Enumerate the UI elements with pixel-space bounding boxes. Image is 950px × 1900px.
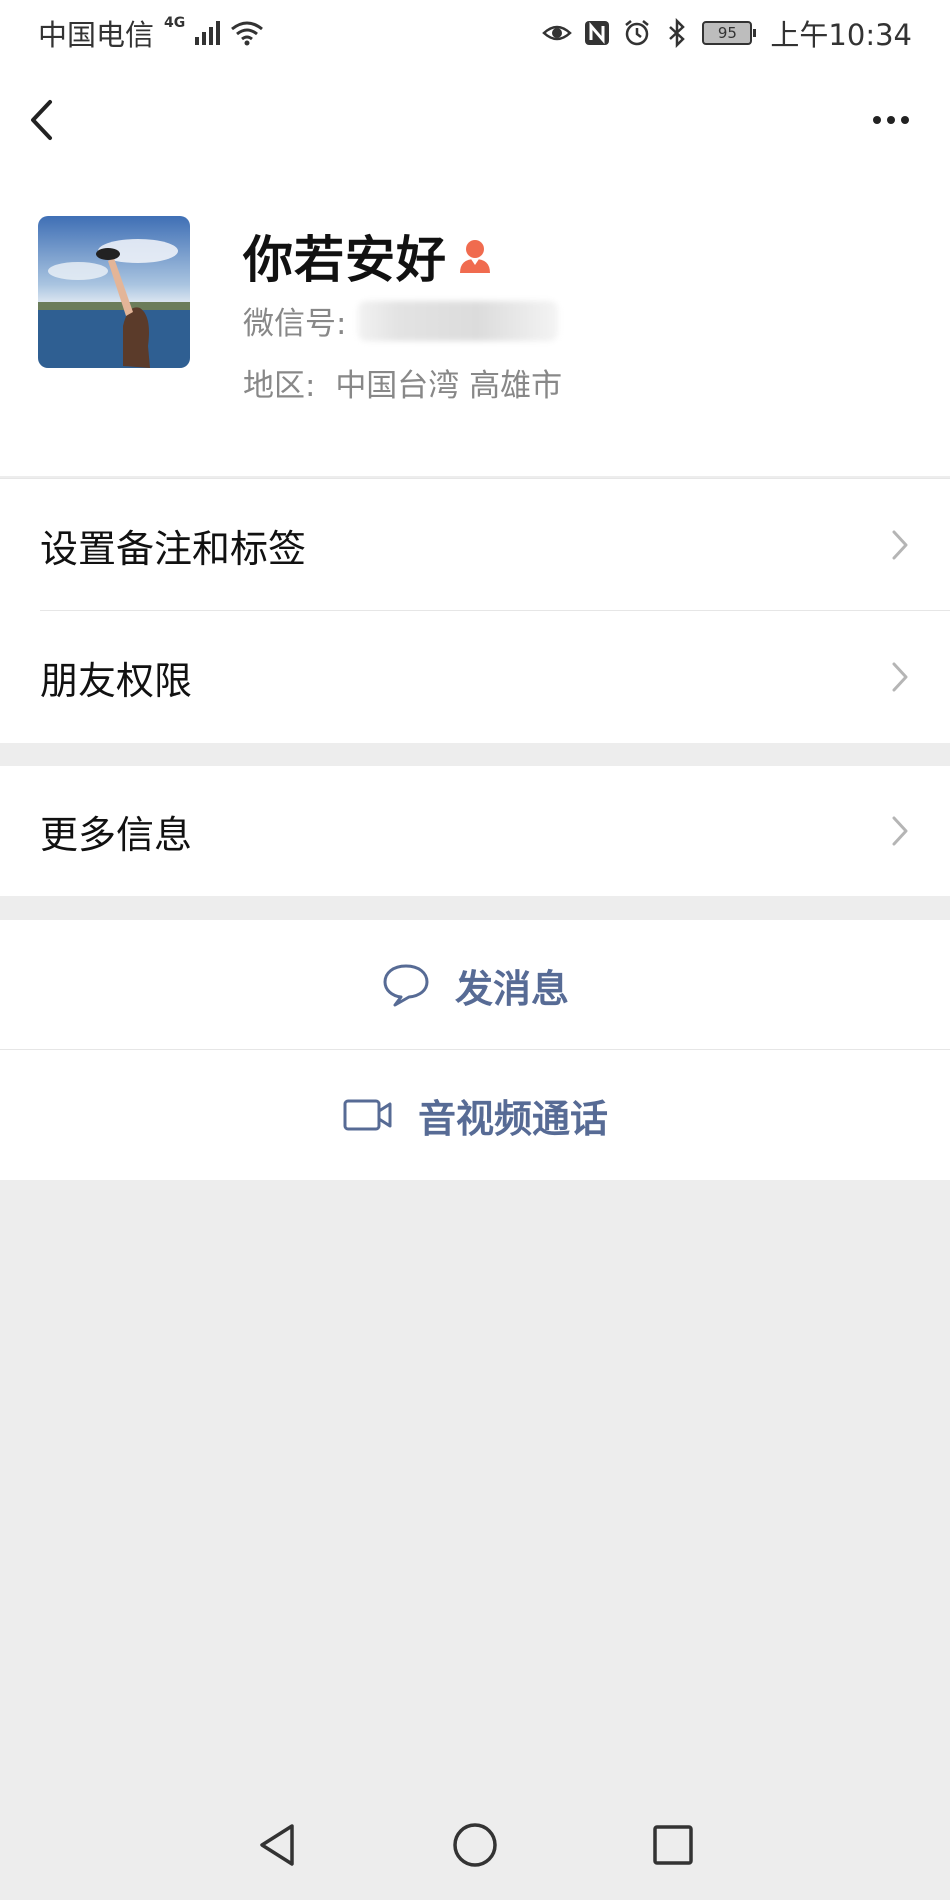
send-message-button[interactable]: 发消息 (0, 920, 950, 1050)
eye-icon (542, 25, 573, 41)
nav-back-icon[interactable] (254, 1820, 300, 1870)
status-right: 95 上午10:34 (542, 12, 912, 54)
menu-item-label: 设置备注和标签 (40, 526, 307, 571)
menu-group-primary: 设置备注和标签 朋友权限 (0, 478, 950, 743)
back-button[interactable] (28, 96, 68, 144)
wifi-icon (231, 21, 264, 46)
avatar-image (38, 216, 190, 368)
menu-item-label: 朋友权限 (40, 658, 193, 703)
action-group: 发消息 音视频通话 (0, 920, 950, 1180)
system-nav-bar (0, 1790, 950, 1900)
clock: 上午10:34 (770, 18, 912, 52)
female-gender-icon (460, 240, 490, 273)
more-dot-icon (887, 116, 895, 124)
chevron-right-icon (892, 530, 908, 560)
name-row: 你若安好 (243, 220, 493, 292)
nav-recents-icon[interactable] (650, 1822, 696, 1868)
profile-name: 你若安好 (243, 231, 447, 289)
profile-card: 你若安好 微信号: 地区: 中国台湾 高雄市 (0, 200, 950, 460)
chevron-right-icon (892, 662, 908, 692)
bluetooth-icon (669, 18, 686, 48)
region-row: 地区: 中国台湾 高雄市 (243, 360, 562, 405)
battery-level: 95 (717, 24, 737, 42)
battery-icon: 95 (702, 21, 757, 45)
video-camera-icon (343, 1099, 392, 1131)
more-dot-icon (873, 116, 881, 124)
menu-item-label: 更多信息 (40, 812, 193, 857)
video-call-button[interactable]: 音视频通话 (0, 1050, 950, 1180)
signal-icon (195, 21, 221, 45)
alarm-icon (625, 20, 650, 46)
menu-item-more-info[interactable]: 更多信息 (0, 766, 950, 896)
status-left: 中国电信 4G (38, 12, 264, 54)
nav-home-icon[interactable] (450, 1820, 500, 1870)
chat-bubble-icon (383, 964, 429, 1007)
send-message-label: 发消息 (454, 966, 569, 1011)
more-options-button[interactable] (866, 100, 916, 140)
chevron-left-icon (31, 100, 52, 140)
nav-bar (0, 80, 950, 160)
menu-group-more: 更多信息 (0, 766, 950, 896)
video-call-label: 音视频通话 (417, 1096, 608, 1141)
nfc-icon (585, 21, 610, 45)
chevron-right-icon (892, 816, 908, 846)
carrier-label: 中国电信 (38, 18, 155, 52)
menu-item-remarks-tags[interactable]: 设置备注和标签 (0, 479, 950, 611)
avatar[interactable] (38, 216, 190, 368)
wechat-id-redacted (358, 300, 559, 341)
wechat-id-row: 微信号: (243, 298, 559, 343)
region-label: 地区: (243, 368, 316, 404)
network-type: 4G (164, 15, 186, 31)
status-bar: 中国电信 4G 95 上午10:34 (0, 0, 950, 66)
wechat-id-label: 微信号: (243, 306, 347, 342)
more-dot-icon (901, 116, 909, 124)
region-value: 中国台湾 高雄市 (335, 368, 563, 404)
menu-item-friend-permissions[interactable]: 朋友权限 (0, 611, 950, 743)
